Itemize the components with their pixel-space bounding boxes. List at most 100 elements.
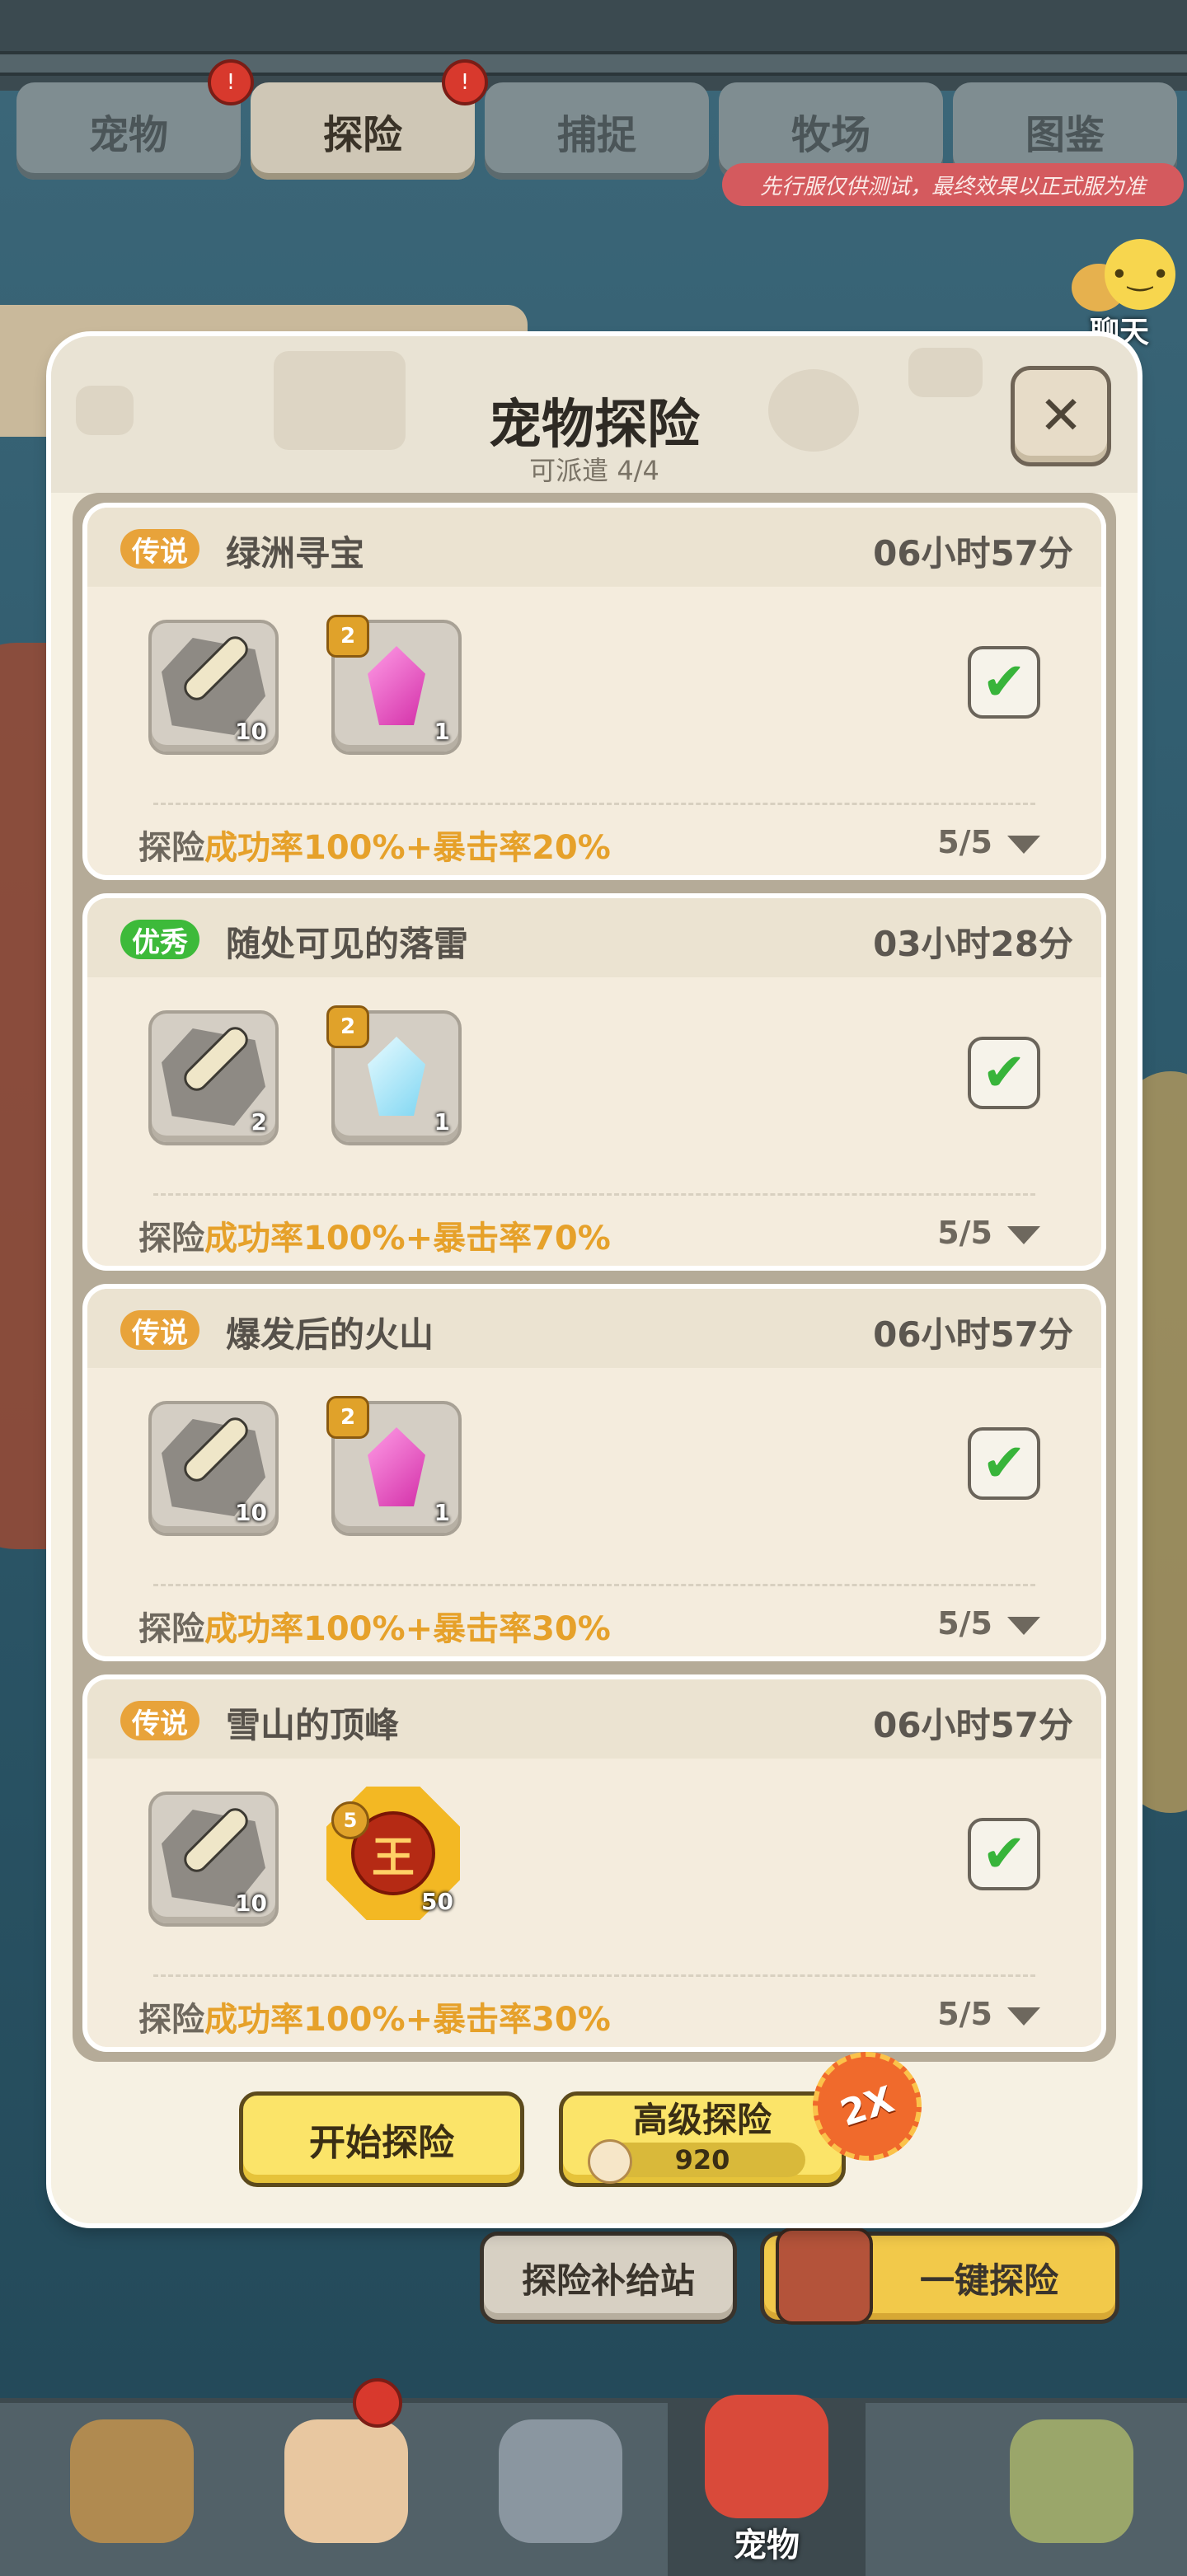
item-quantity: 2 [251, 1108, 267, 1136]
bottom-nav: 宠物 [0, 2378, 1187, 2576]
tab-label: 探险 [322, 112, 402, 158]
pet-count: 5/5 [937, 824, 992, 860]
supply-station-button[interactable]: 探险补给站 [480, 2232, 737, 2324]
reward-slot[interactable]: 2 [148, 1010, 279, 1145]
rate-prefix: 探险 [138, 2001, 204, 2039]
close-icon: ✕ [1039, 386, 1083, 447]
adventure-duration: 06小时57分 [873, 1705, 1073, 1745]
reward-slot[interactable]: 2 1 [326, 615, 462, 755]
pet-count: 5/5 [937, 1605, 992, 1642]
rate-prefix: 探险 [138, 1220, 204, 1258]
adventure-duration: 03小时28分 [873, 924, 1073, 964]
adventure-list: 传说 绿洲寻宝 06小时57分 10 2 1 ✔ 探险成功率100%+暴击率20… [73, 493, 1116, 2062]
test-server-notice: 先行服仅供测试，最终效果以正式服为准 [722, 163, 1184, 206]
start-adventure-label: 开始探险 [309, 2122, 454, 2164]
divider [153, 1193, 1035, 1196]
notification-dot-icon [353, 2378, 402, 2428]
blue-gem-icon [368, 1037, 425, 1116]
adventure-duration: 06小时57分 [873, 533, 1073, 574]
nav-item-caveman[interactable] [33, 2403, 231, 2576]
pet-adventure-dialog: 宠物探险 可派遣 4/4 ✕ 传说 绿洲寻宝 06小时57分 10 2 1 ✔ … [51, 336, 1138, 2223]
rarity-badge: 传说 [120, 529, 199, 569]
chevron-down-icon [1007, 1616, 1040, 1635]
tab-capture[interactable]: 捕捉 [485, 82, 709, 180]
totem-icon [1010, 2419, 1133, 2543]
item-quantity: 10 [235, 718, 267, 745]
nav-item-totem[interactable] [973, 2403, 1171, 2576]
adventure-card[interactable]: 传说 绿洲寻宝 06小时57分 10 2 1 ✔ 探险成功率100%+暴击率20… [82, 503, 1106, 880]
chevron-down-icon [1007, 1225, 1040, 1244]
rarity-badge: 传说 [120, 1701, 199, 1740]
reward-slot[interactable]: 王 5 50 [326, 1787, 460, 1920]
item-level: 5 [331, 1801, 369, 1839]
pet-count-dropdown[interactable]: 5/5 [937, 1215, 1040, 1251]
chevron-down-icon [1007, 835, 1040, 854]
tab-adventure[interactable]: 探险 ! [251, 59, 488, 180]
adventure-card[interactable]: 优秀 随处可见的落雷 03小时28分 2 2 1 ✔ 探险成功率100%+暴击率… [82, 893, 1106, 1271]
reward-slot[interactable]: 10 [148, 1401, 279, 1536]
item-quantity: 1 [434, 718, 450, 745]
chat-face-icon: •‿• [1105, 239, 1175, 310]
advanced-adventure-button[interactable]: 高级探险 920 [559, 2091, 846, 2187]
success-rate: 探险成功率100%+暴击率70% [138, 1211, 611, 1259]
adventure-name: 爆发后的火山 [226, 1314, 434, 1355]
tab-label: 宠物 [88, 112, 168, 158]
top-rail [0, 51, 1187, 76]
pink-gem-icon [368, 1427, 425, 1506]
start-adventure-button[interactable]: 开始探险 [239, 2091, 524, 2187]
checkmark-icon: ✔ [982, 1824, 1026, 1885]
rate-prefix: 探险 [138, 829, 204, 867]
shell-coin-icon [588, 2139, 632, 2185]
adventure-card[interactable]: 传说 雪山的顶峰 06小时57分 10 王 5 50 ✔ 探险成功率100%+暴… [82, 1674, 1106, 2052]
nav-item-pet[interactable]: 宠物 [668, 2395, 866, 2576]
nav-label: 宠物 [734, 2527, 800, 2564]
reward-slot[interactable]: 2 1 [326, 1005, 462, 1145]
close-button[interactable]: ✕ [1011, 366, 1111, 466]
dino-pet-icon [705, 2395, 828, 2518]
top-bar-background [0, 0, 1187, 91]
pet-count: 5/5 [937, 1996, 992, 2032]
divider [153, 1584, 1035, 1586]
rate-value: 成功率100%+暴击率70% [204, 1220, 611, 1258]
tab-label: 牧场 [791, 112, 870, 158]
tab-label: 图鉴 [1025, 112, 1105, 158]
item-quantity: 10 [235, 1890, 267, 1917]
nav-item-hero[interactable] [247, 2378, 445, 2576]
pet-count-dropdown[interactable]: 5/5 [937, 824, 1040, 860]
reward-slot[interactable]: 10 [148, 1791, 279, 1927]
rate-value: 成功率100%+暴击率30% [204, 1610, 611, 1648]
advanced-adventure-cost: 920 [674, 2144, 730, 2176]
chat-button[interactable]: •‿• 聊天 [1072, 239, 1179, 349]
pet-count-dropdown[interactable]: 5/5 [937, 1996, 1040, 2032]
adventure-duration: 06小时57分 [873, 1314, 1073, 1355]
success-rate: 探险成功率100%+暴击率30% [138, 1602, 611, 1650]
item-quantity: 10 [235, 1499, 267, 1526]
rarity-badge: 传说 [120, 1310, 199, 1350]
reward-slot[interactable]: 2 1 [326, 1396, 462, 1536]
pet-count-dropdown[interactable]: 5/5 [937, 1605, 1040, 1642]
divider [153, 803, 1035, 805]
pet-count: 5/5 [937, 1215, 992, 1251]
item-level: 2 [326, 1396, 369, 1439]
tab-pet[interactable]: 宠物 ! [16, 59, 254, 180]
checkmark-icon: ✔ [982, 652, 1026, 713]
nav-item-weapon[interactable] [462, 2403, 659, 2576]
divider [153, 1974, 1035, 1977]
supply-station-label: 探险补给站 [521, 2260, 695, 2301]
dispatch-count: 可派遣 4/4 [529, 455, 659, 486]
weapon-icon [499, 2419, 622, 2543]
select-checkbox[interactable]: ✔ [968, 1427, 1040, 1500]
reward-slot[interactable]: 10 [148, 620, 279, 755]
one-click-adventure-button[interactable]: 一键探险 [760, 2227, 1119, 2325]
checkmark-icon: ✔ [982, 1433, 1026, 1494]
rarity-badge: 优秀 [120, 920, 199, 959]
checkmark-icon: ✔ [982, 1042, 1026, 1103]
chevron-down-icon [1007, 2007, 1040, 2026]
select-checkbox[interactable]: ✔ [968, 1037, 1040, 1109]
select-checkbox[interactable]: ✔ [968, 646, 1040, 719]
rate-value: 成功率100%+暴击率30% [204, 2001, 611, 2039]
caveman-icon [70, 2419, 194, 2543]
select-checkbox[interactable]: ✔ [968, 1818, 1040, 1890]
adventure-name: 随处可见的落雷 [226, 924, 469, 964]
adventure-card[interactable]: 传说 爆发后的火山 06小时57分 10 2 1 ✔ 探险成功率100%+暴击率… [82, 1284, 1106, 1661]
